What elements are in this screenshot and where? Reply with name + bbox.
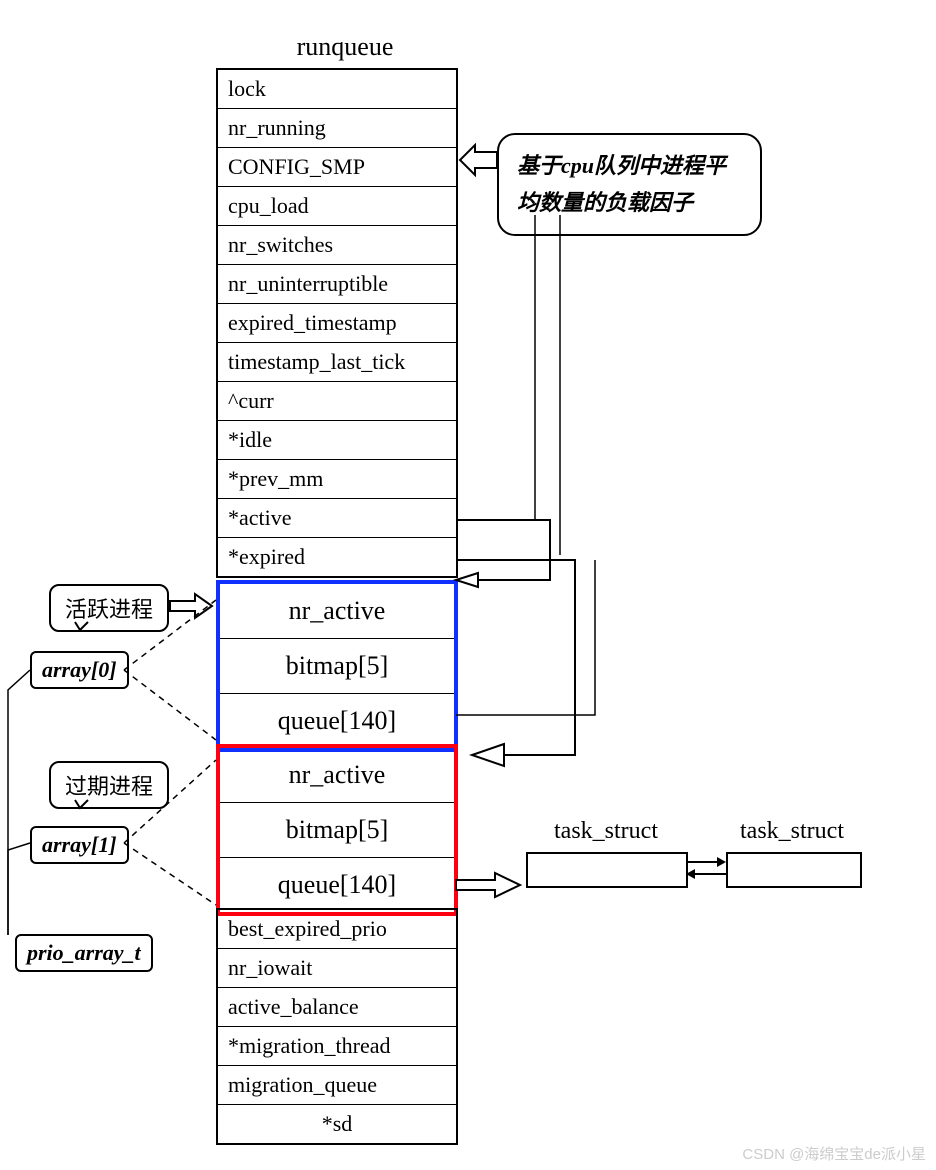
pointer-expired-to-red	[456, 560, 575, 766]
diagram-title: runqueue	[270, 32, 420, 62]
task-struct-label-2: task_struct	[740, 818, 844, 845]
field-nr-switches: nr_switches	[218, 225, 456, 264]
array-expired-nr-active: nr_active	[220, 748, 454, 802]
line-prio-to-array0	[8, 670, 30, 935]
array-active-nr-active: nr_active	[220, 584, 454, 638]
field-expired: *expired	[218, 537, 456, 576]
field-expired-timestamp: expired_timestamp	[218, 303, 456, 342]
field-nr-iowait: nr_iowait	[218, 948, 456, 987]
callout-cpu-load: 基于cpu队列中进程平均数量的负载因子	[497, 133, 762, 236]
field-config-smp: CONFIG_SMP	[218, 147, 456, 186]
task-struct-box-1	[526, 852, 688, 888]
field-prev-mm: *prev_mm	[218, 459, 456, 498]
field-best-expired-prio: best_expired_prio	[218, 910, 456, 948]
callout-expired-process: 过期进程	[49, 761, 169, 809]
field-nr-running: nr_running	[218, 108, 456, 147]
arrow-cpu-load	[460, 145, 497, 175]
runqueue-fields-top: lock nr_running CONFIG_SMP cpu_load nr_s…	[216, 68, 458, 578]
label-array-0: array[0]	[30, 651, 129, 689]
watermark: CSDN @海绵宝宝de派小星	[742, 1143, 926, 1164]
field-timestamp-last-tick: timestamp_last_tick	[218, 342, 456, 381]
runqueue-fields-bottom: best_expired_prio nr_iowait active_balan…	[216, 908, 458, 1145]
field-migration-thread: *migration_thread	[218, 1026, 456, 1065]
line-queue-right	[456, 560, 595, 715]
field-curr: ^curr	[218, 381, 456, 420]
field-sd: *sd	[218, 1104, 456, 1143]
array-expired-bitmap: bitmap[5]	[220, 802, 454, 857]
array-expired-queue: queue[140]	[220, 857, 454, 912]
field-migration-queue: migration_queue	[218, 1065, 456, 1104]
task-struct-label-1: task_struct	[554, 818, 658, 845]
dash-array1-bottom	[124, 843, 216, 905]
label-array-1: array[1]	[30, 826, 129, 864]
arrow-active-process	[170, 594, 212, 618]
link-task-struct-boxes	[686, 857, 726, 879]
field-lock: lock	[218, 70, 456, 108]
array-active-queue: queue[140]	[220, 693, 454, 748]
field-cpu-load: cpu_load	[218, 186, 456, 225]
field-idle: *idle	[218, 420, 456, 459]
pointer-active-to-blue	[456, 520, 550, 587]
dash-array0-bottom	[124, 670, 216, 740]
array-active-bitmap: bitmap[5]	[220, 638, 454, 693]
array-expired-box: nr_active bitmap[5] queue[140]	[216, 744, 458, 916]
task-struct-box-2	[726, 852, 862, 888]
array-active-box: nr_active bitmap[5] queue[140]	[216, 580, 458, 752]
field-active-balance: active_balance	[218, 987, 456, 1026]
line-prio-to-array1	[8, 843, 30, 935]
callout-active-process: 活跃进程	[49, 584, 169, 632]
label-prio-array-t: prio_array_t	[15, 934, 153, 972]
arrow-queue-to-task	[456, 873, 520, 897]
field-nr-uninterruptible: nr_uninterruptible	[218, 264, 456, 303]
field-active: *active	[218, 498, 456, 537]
